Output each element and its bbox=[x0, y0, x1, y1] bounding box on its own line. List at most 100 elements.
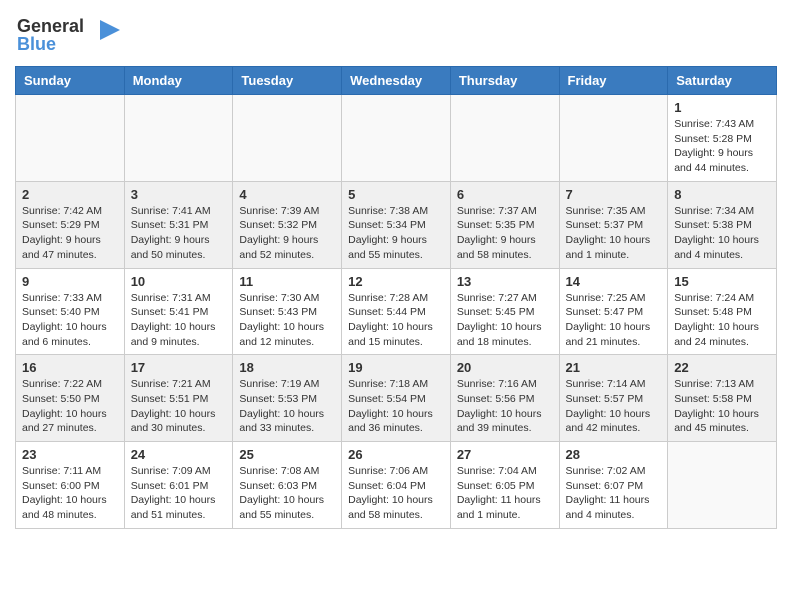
weekday-header-tuesday: Tuesday bbox=[233, 67, 342, 95]
day-info: Sunrise: 7:43 AM Sunset: 5:28 PM Dayligh… bbox=[674, 117, 770, 176]
calendar-day-cell bbox=[450, 95, 559, 182]
calendar-week-row: 23 Sunrise: 7:11 AM Sunset: 6:00 PM Dayli… bbox=[16, 442, 777, 529]
weekday-header-wednesday: Wednesday bbox=[342, 67, 451, 95]
calendar-day-cell bbox=[559, 95, 668, 182]
day-number: 14 bbox=[566, 274, 662, 289]
day-number: 4 bbox=[239, 187, 335, 202]
logo-svg: General Blue bbox=[15, 10, 120, 55]
day-number: 5 bbox=[348, 187, 444, 202]
weekday-header-friday: Friday bbox=[559, 67, 668, 95]
day-info: Sunrise: 7:27 AM Sunset: 5:45 PM Dayligh… bbox=[457, 291, 553, 350]
calendar-day-cell: 23 Sunrise: 7:11 AM Sunset: 6:00 PM Dayli… bbox=[16, 442, 125, 529]
svg-text:Blue: Blue bbox=[17, 34, 56, 54]
day-info: Sunrise: 7:31 AM Sunset: 5:41 PM Dayligh… bbox=[131, 291, 227, 350]
day-number: 28 bbox=[566, 447, 662, 462]
day-number: 22 bbox=[674, 360, 770, 375]
day-info: Sunrise: 7:41 AM Sunset: 5:31 PM Dayligh… bbox=[131, 204, 227, 263]
calendar-day-cell: 25Sunrise: 7:08 AM Sunset: 6:03 PM Dayli… bbox=[233, 442, 342, 529]
calendar-table: SundayMondayTuesdayWednesdayThursdayFrid… bbox=[15, 66, 777, 529]
day-info: Sunrise: 7:39 AM Sunset: 5:32 PM Dayligh… bbox=[239, 204, 335, 263]
day-number: 11 bbox=[239, 274, 335, 289]
calendar-day-cell: 19Sunrise: 7:18 AM Sunset: 5:54 PM Dayli… bbox=[342, 355, 451, 442]
calendar-day-cell: 24 Sunrise: 7:09 AM Sunset: 6:01 PM Dayli… bbox=[124, 442, 233, 529]
day-number: 10 bbox=[131, 274, 227, 289]
header: General Blue bbox=[15, 10, 777, 60]
svg-text:General: General bbox=[17, 16, 84, 36]
day-number: 12 bbox=[348, 274, 444, 289]
weekday-header-saturday: Saturday bbox=[668, 67, 777, 95]
day-number: 17 bbox=[131, 360, 227, 375]
day-number: 21 bbox=[566, 360, 662, 375]
calendar-day-cell: 2 Sunrise: 7:42 AM Sunset: 5:29 PM Daylig… bbox=[16, 181, 125, 268]
day-info: Sunrise: 7:25 AM Sunset: 5:47 PM Dayligh… bbox=[566, 291, 662, 350]
day-info: Sunrise: 7:19 AM Sunset: 5:53 PM Dayligh… bbox=[239, 377, 335, 436]
calendar-day-cell: 22 Sunrise: 7:13 AM Sunset: 5:58 PM Dayli… bbox=[668, 355, 777, 442]
calendar-day-cell: 26 Sunrise: 7:06 AM Sunset: 6:04 PM Dayli… bbox=[342, 442, 451, 529]
day-info: Sunrise: 7:13 AM Sunset: 5:58 PM Dayligh… bbox=[674, 377, 770, 436]
logo: General Blue bbox=[15, 10, 120, 60]
weekday-header-row: SundayMondayTuesdayWednesdayThursdayFrid… bbox=[16, 67, 777, 95]
day-number: 15 bbox=[674, 274, 770, 289]
weekday-header-sunday: Sunday bbox=[16, 67, 125, 95]
page-container: General Blue SundayMondayTuesdayWednesda… bbox=[0, 0, 792, 539]
day-info: Sunrise: 7:18 AM Sunset: 5:54 PM Dayligh… bbox=[348, 377, 444, 436]
calendar-day-cell: 28 Sunrise: 7:02 AM Sunset: 6:07 PM Dayli… bbox=[559, 442, 668, 529]
calendar-week-row: 16 Sunrise: 7:22 AM Sunset: 5:50 PM Dayli… bbox=[16, 355, 777, 442]
calendar-day-cell: 13 Sunrise: 7:27 AM Sunset: 5:45 PM Dayli… bbox=[450, 268, 559, 355]
day-number: 8 bbox=[674, 187, 770, 202]
weekday-header-thursday: Thursday bbox=[450, 67, 559, 95]
day-info: Sunrise: 7:16 AM Sunset: 5:56 PM Dayligh… bbox=[457, 377, 553, 436]
calendar-day-cell: 17 Sunrise: 7:21 AM Sunset: 5:51 PM Dayli… bbox=[124, 355, 233, 442]
calendar-day-cell: 5Sunrise: 7:38 AM Sunset: 5:34 PM Daylig… bbox=[342, 181, 451, 268]
day-info: Sunrise: 7:34 AM Sunset: 5:38 PM Dayligh… bbox=[674, 204, 770, 263]
day-number: 26 bbox=[348, 447, 444, 462]
day-number: 7 bbox=[566, 187, 662, 202]
calendar-week-row: 9 Sunrise: 7:33 AM Sunset: 5:40 PM Daylig… bbox=[16, 268, 777, 355]
calendar-day-cell: 27Sunrise: 7:04 AM Sunset: 6:05 PM Dayli… bbox=[450, 442, 559, 529]
day-number: 24 bbox=[131, 447, 227, 462]
calendar-day-cell: 9 Sunrise: 7:33 AM Sunset: 5:40 PM Daylig… bbox=[16, 268, 125, 355]
calendar-day-cell bbox=[233, 95, 342, 182]
day-number: 3 bbox=[131, 187, 227, 202]
calendar-day-cell: 4 Sunrise: 7:39 AM Sunset: 5:32 PM Daylig… bbox=[233, 181, 342, 268]
day-number: 27 bbox=[457, 447, 553, 462]
calendar-day-cell: 20 Sunrise: 7:16 AM Sunset: 5:56 PM Dayli… bbox=[450, 355, 559, 442]
day-number: 18 bbox=[239, 360, 335, 375]
day-info: Sunrise: 7:02 AM Sunset: 6:07 PM Dayligh… bbox=[566, 464, 662, 523]
day-info: Sunrise: 7:35 AM Sunset: 5:37 PM Dayligh… bbox=[566, 204, 662, 263]
day-info: Sunrise: 7:22 AM Sunset: 5:50 PM Dayligh… bbox=[22, 377, 118, 436]
calendar-day-cell: 11Sunrise: 7:30 AM Sunset: 5:43 PM Dayli… bbox=[233, 268, 342, 355]
calendar-day-cell bbox=[16, 95, 125, 182]
day-number: 2 bbox=[22, 187, 118, 202]
calendar-day-cell: 8 Sunrise: 7:34 AM Sunset: 5:38 PM Daylig… bbox=[668, 181, 777, 268]
day-number: 6 bbox=[457, 187, 553, 202]
calendar-day-cell: 10 Sunrise: 7:31 AM Sunset: 5:41 PM Dayli… bbox=[124, 268, 233, 355]
day-number: 1 bbox=[674, 100, 770, 115]
day-number: 9 bbox=[22, 274, 118, 289]
calendar-day-cell: 1 Sunrise: 7:43 AM Sunset: 5:28 PM Daylig… bbox=[668, 95, 777, 182]
day-number: 13 bbox=[457, 274, 553, 289]
calendar-week-row: 1 Sunrise: 7:43 AM Sunset: 5:28 PM Daylig… bbox=[16, 95, 777, 182]
calendar-day-cell: 14 Sunrise: 7:25 AM Sunset: 5:47 PM Dayli… bbox=[559, 268, 668, 355]
day-info: Sunrise: 7:42 AM Sunset: 5:29 PM Dayligh… bbox=[22, 204, 118, 263]
day-info: Sunrise: 7:33 AM Sunset: 5:40 PM Dayligh… bbox=[22, 291, 118, 350]
calendar-day-cell bbox=[124, 95, 233, 182]
day-info: Sunrise: 7:21 AM Sunset: 5:51 PM Dayligh… bbox=[131, 377, 227, 436]
day-info: Sunrise: 7:09 AM Sunset: 6:01 PM Dayligh… bbox=[131, 464, 227, 523]
calendar-day-cell: 12 Sunrise: 7:28 AM Sunset: 5:44 PM Dayli… bbox=[342, 268, 451, 355]
calendar-day-cell: 7 Sunrise: 7:35 AM Sunset: 5:37 PM Daylig… bbox=[559, 181, 668, 268]
calendar-week-row: 2 Sunrise: 7:42 AM Sunset: 5:29 PM Daylig… bbox=[16, 181, 777, 268]
day-info: Sunrise: 7:28 AM Sunset: 5:44 PM Dayligh… bbox=[348, 291, 444, 350]
day-info: Sunrise: 7:24 AM Sunset: 5:48 PM Dayligh… bbox=[674, 291, 770, 350]
day-number: 25 bbox=[239, 447, 335, 462]
calendar-day-cell: 3 Sunrise: 7:41 AM Sunset: 5:31 PM Daylig… bbox=[124, 181, 233, 268]
calendar-day-cell: 21Sunrise: 7:14 AM Sunset: 5:57 PM Dayli… bbox=[559, 355, 668, 442]
day-number: 23 bbox=[22, 447, 118, 462]
calendar-day-cell: 15 Sunrise: 7:24 AM Sunset: 5:48 PM Dayli… bbox=[668, 268, 777, 355]
calendar-day-cell: 6Sunrise: 7:37 AM Sunset: 5:35 PM Daylig… bbox=[450, 181, 559, 268]
day-number: 20 bbox=[457, 360, 553, 375]
day-number: 16 bbox=[22, 360, 118, 375]
calendar-day-cell bbox=[342, 95, 451, 182]
day-info: Sunrise: 7:11 AM Sunset: 6:00 PM Dayligh… bbox=[22, 464, 118, 523]
day-info: Sunrise: 7:06 AM Sunset: 6:04 PM Dayligh… bbox=[348, 464, 444, 523]
